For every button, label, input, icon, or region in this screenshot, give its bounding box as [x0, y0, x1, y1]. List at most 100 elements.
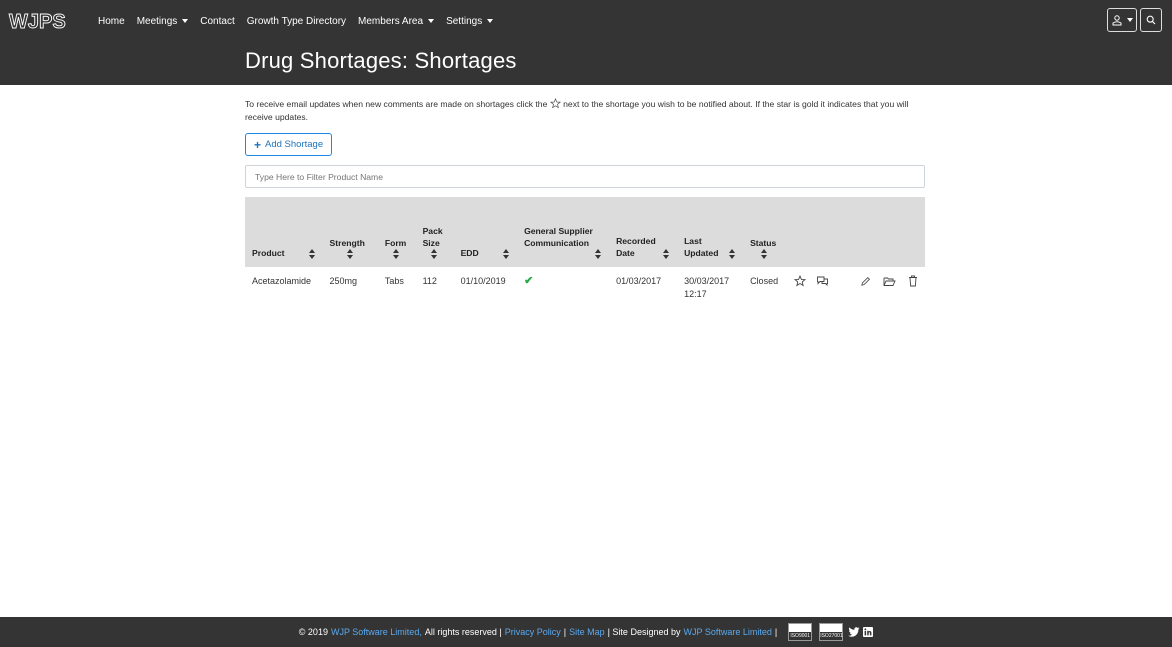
- table-header-row: Product Strength Form Pack Size EDD Gene…: [245, 197, 925, 267]
- footer-company-link[interactable]: WJP Software Limited,: [331, 627, 422, 637]
- footer-separator: |: [563, 627, 567, 637]
- add-shortage-button[interactable]: + Add Shortage: [245, 133, 333, 156]
- main-nav: Home Meetings Contact Growth Type Direct…: [92, 16, 499, 27]
- header-product[interactable]: Product: [245, 197, 323, 267]
- sort-icon: [761, 249, 768, 259]
- iso9001-badge: ISO9001: [788, 623, 813, 641]
- sort-icon: [503, 249, 510, 259]
- header-label: Pack Size: [422, 226, 443, 248]
- header-actions-2: [839, 197, 925, 267]
- navbar: WJPS Home Meetings Contact Growth Type D…: [0, 0, 1172, 42]
- search-icon: [1146, 15, 1156, 25]
- page-title: Drug Shortages: Shortages: [245, 48, 517, 73]
- cell-edd: 01/10/2019: [460, 276, 506, 286]
- footer-separator: |: [774, 627, 778, 637]
- user-icon: [1112, 14, 1121, 25]
- shortages-table: Product Strength Form Pack Size EDD Gene…: [245, 197, 925, 309]
- cell-row-actions: [839, 267, 925, 309]
- add-shortage-label: Add Shortage: [265, 139, 324, 150]
- footer-designed-by: | Site Designed by: [607, 627, 681, 637]
- header-label: Form: [384, 238, 407, 248]
- caret-down-icon: [182, 19, 189, 23]
- star-icon: [549, 98, 561, 109]
- header-label: Status: [750, 238, 777, 248]
- nav-home[interactable]: Home: [92, 16, 131, 27]
- nav-growth-label: Growth Type Directory: [246, 15, 347, 27]
- nav-members-area[interactable]: Members Area: [352, 16, 440, 27]
- header-general-supplier-communication[interactable]: General Supplier Communication: [517, 197, 609, 267]
- cell-general-supplier-communication: ✔: [517, 267, 609, 309]
- intro-part-1: To receive email updates when new commen…: [245, 99, 548, 109]
- nav-meetings[interactable]: Meetings: [131, 16, 195, 27]
- twitter-icon[interactable]: [848, 627, 860, 637]
- caret-down-icon: [487, 19, 494, 23]
- header-label: EDD: [460, 248, 479, 258]
- footer-designer-link[interactable]: WJP Software Limited: [683, 627, 771, 637]
- header-label: Product: [252, 248, 285, 258]
- header-actions-1: [787, 197, 839, 267]
- folder-open-icon[interactable]: [883, 276, 896, 287]
- cell-recorded-date: 01/03/2017: [616, 276, 662, 286]
- iso9001-label: ISO9001: [789, 632, 812, 640]
- nav-home-label: Home: [98, 15, 125, 27]
- header-label: Strength: [329, 238, 365, 248]
- cell-strength: 250mg: [329, 276, 358, 286]
- table-row: Acetazolamide 250mg Tabs 112 01/10/2019 …: [245, 267, 925, 309]
- comments-icon[interactable]: [816, 275, 829, 287]
- header-edd[interactable]: EDD: [454, 197, 518, 267]
- sort-icon: [346, 249, 354, 259]
- caret-down-icon: [1126, 18, 1133, 22]
- sort-icon: [431, 249, 438, 259]
- star-icon[interactable]: [793, 275, 806, 287]
- header-form[interactable]: Form: [378, 197, 416, 267]
- nav-meetings-label: Meetings: [136, 15, 178, 27]
- header-last-updated[interactable]: Last Updated: [677, 197, 743, 267]
- svg-text:WJPS: WJPS: [9, 11, 66, 33]
- check-icon: ✔: [524, 275, 534, 287]
- nav-members-label: Members Area: [358, 15, 424, 27]
- sort-icon: [393, 249, 400, 259]
- header-label: Recorded Date: [616, 236, 656, 258]
- header-label: General Supplier Communication: [524, 226, 593, 248]
- nav-contact-label: Contact: [200, 15, 235, 27]
- user-menu-button[interactable]: [1107, 8, 1137, 32]
- cell-status: Closed: [750, 276, 779, 286]
- trash-icon[interactable]: [908, 275, 918, 287]
- footer-copyright: © 2019: [298, 627, 328, 637]
- pencil-icon[interactable]: [860, 276, 871, 287]
- site-footer: © 2019 WJP Software Limited, All rights …: [0, 617, 1172, 647]
- footer-rights: All rights reserved |: [424, 627, 502, 637]
- last-updated-value: 30/03/2017 12:17: [684, 276, 730, 299]
- filter-product-input[interactable]: [245, 165, 925, 188]
- nav-contact[interactable]: Contact: [194, 16, 240, 27]
- cell-form: Tabs: [384, 276, 404, 286]
- cell-subscribe-actions: [787, 267, 839, 309]
- nav-growth-type-directory[interactable]: Growth Type Directory: [241, 16, 352, 27]
- caret-down-icon: [428, 19, 435, 23]
- linkedin-icon[interactable]: [863, 627, 874, 637]
- nav-settings[interactable]: Settings: [440, 16, 499, 27]
- main-content: To receive email updates when new commen…: [245, 98, 925, 309]
- plus-icon: +: [254, 137, 262, 152]
- header-strength[interactable]: Strength: [323, 197, 378, 267]
- wjps-logo-icon: WJPS: [9, 11, 67, 33]
- iso27001-label: ISO27001: [820, 632, 843, 640]
- footer-privacy-link[interactable]: Privacy Policy: [505, 627, 561, 637]
- sort-icon: [663, 249, 670, 259]
- header-label: Last Updated: [684, 236, 719, 258]
- search-button[interactable]: [1140, 8, 1162, 32]
- intro-text: To receive email updates when new commen…: [245, 98, 925, 124]
- sort-icon: [308, 249, 316, 259]
- site-logo[interactable]: WJPS: [8, 8, 78, 34]
- header-recorded-date[interactable]: Recorded Date: [609, 197, 677, 267]
- cell-last-updated: 30/03/2017 12:17: [677, 267, 743, 309]
- header-pack-size[interactable]: Pack Size: [416, 197, 454, 267]
- footer-sitemap-link[interactable]: Site Map: [569, 627, 605, 637]
- cell-pack-size: 112: [422, 276, 437, 286]
- header-actions: [1107, 8, 1162, 32]
- header-status[interactable]: Status: [743, 197, 787, 267]
- nav-settings-label: Settings: [446, 15, 483, 27]
- sort-icon: [729, 249, 736, 259]
- iso27001-badge: ISO27001: [819, 623, 844, 641]
- cell-product: Acetazolamide: [252, 276, 312, 286]
